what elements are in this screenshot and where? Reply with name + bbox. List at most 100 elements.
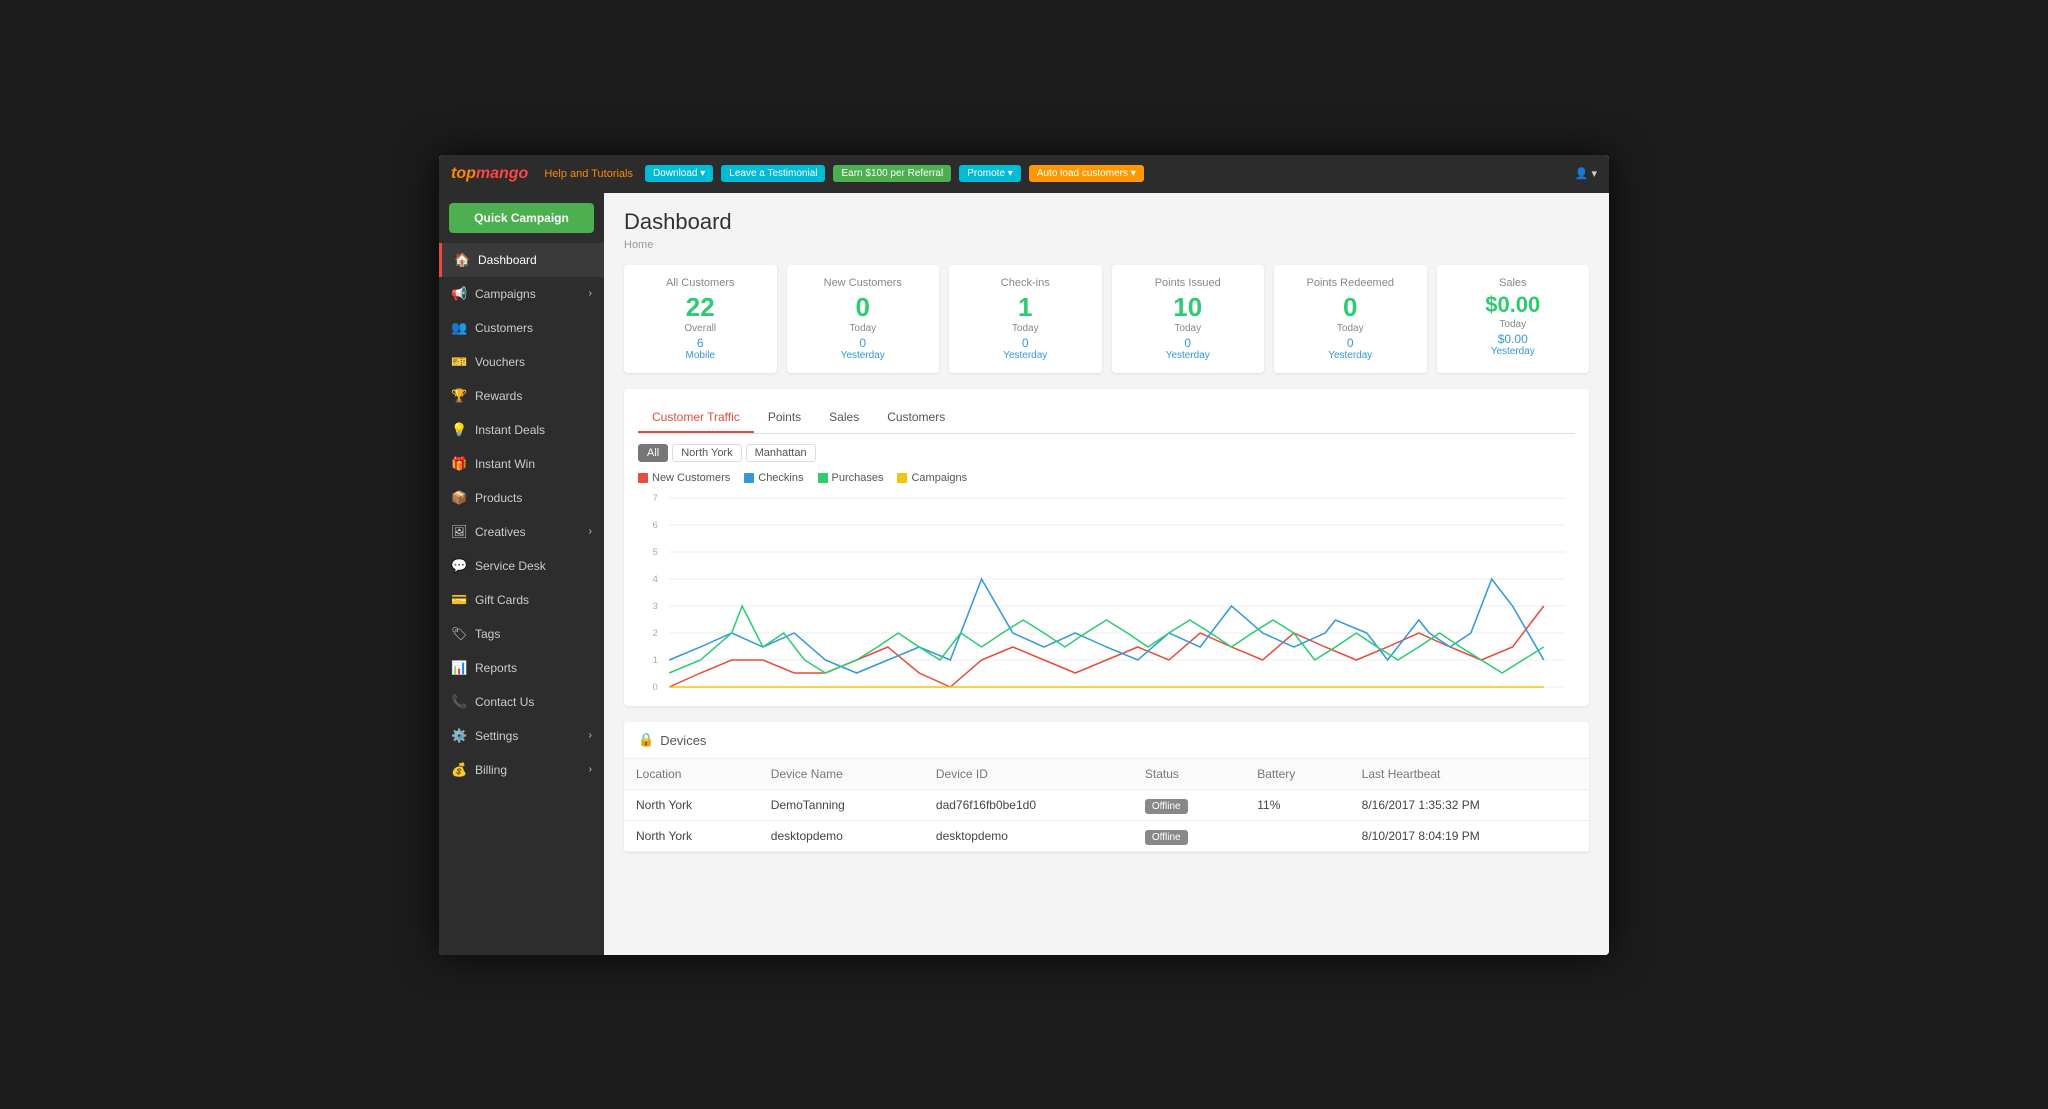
chart-svg: 0 1 2 3 4 5 6 7 <box>638 492 1575 692</box>
autoload-button[interactable]: Auto load customers ▾ <box>1029 165 1144 182</box>
breadcrumb: Home <box>624 239 1589 251</box>
devices-title: Devices <box>660 733 706 748</box>
stat-title-points-issued: Points Issued <box>1126 277 1251 289</box>
stat-value-points-redeemed: 0 <box>1288 293 1413 322</box>
sidebar-label-rewards: Rewards <box>475 389 522 403</box>
sidebar-item-creatives[interactable]: 🖼 Creatives › <box>439 515 604 549</box>
cell-location: North York <box>624 821 759 852</box>
sidebar-label-creatives: Creatives <box>475 525 526 539</box>
sidebar-item-campaigns[interactable]: 📢 Campaigns › <box>439 277 604 311</box>
stat-sublabel-checkins: Today <box>963 323 1088 334</box>
stat-sublabel-points-redeemed: Today <box>1288 323 1413 334</box>
help-link[interactable]: Help and Tutorials <box>544 168 633 180</box>
tags-icon: 🏷 <box>451 626 467 642</box>
stat-yesterday-points-redeemed: 0 <box>1288 336 1413 350</box>
service-desk-icon: 💬 <box>451 558 467 574</box>
chart-card: Customer Traffic Points Sales Customers … <box>624 389 1589 706</box>
campaigns-icon: 📢 <box>451 286 467 302</box>
stat-sales: Sales $0.00 Today $0.00 Yesterday <box>1437 265 1590 374</box>
stat-title-sales: Sales <box>1451 277 1576 289</box>
svg-text:3: 3 <box>653 601 658 611</box>
sidebar-item-customers[interactable]: 👥 Customers <box>439 311 604 345</box>
stat-value-checkins: 1 <box>963 293 1088 322</box>
topbar: topmango Help and Tutorials Download ▾ L… <box>439 155 1609 193</box>
stat-new-customers: New Customers 0 Today 0 Yesterday <box>787 265 940 374</box>
sidebar-item-contact-us[interactable]: 📞 Contact Us <box>439 685 604 719</box>
sidebar: Quick Campaign 🏠 Dashboard 📢 Campaigns ›… <box>439 193 604 955</box>
cell-battery <box>1245 821 1349 852</box>
main-area: Quick Campaign 🏠 Dashboard 📢 Campaigns ›… <box>439 193 1609 955</box>
filter-manhattan[interactable]: Manhattan <box>746 444 816 462</box>
stat-points-issued: Points Issued 10 Today 0 Yesterday <box>1112 265 1265 374</box>
legend-label-new-customers: New Customers <box>652 472 730 484</box>
legend-campaigns: Campaigns <box>897 472 967 484</box>
lock-icon: 🔒 <box>638 732 654 748</box>
tab-sales[interactable]: Sales <box>815 403 873 433</box>
quick-campaign-button[interactable]: Quick Campaign <box>449 203 594 233</box>
svg-text:5: 5 <box>653 547 658 557</box>
contact-icon: 📞 <box>451 694 467 710</box>
legend-dot-checkins <box>744 473 754 483</box>
testimonial-button[interactable]: Leave a Testimonial <box>721 165 825 182</box>
table-row: North York DemoTanning dad76f16fb0be1d0 … <box>624 790 1589 821</box>
promote-button[interactable]: Promote ▾ <box>959 165 1021 182</box>
status-badge: Offline <box>1145 799 1188 814</box>
sidebar-item-gift-cards[interactable]: 💳 Gift Cards <box>439 583 604 617</box>
sidebar-item-reports[interactable]: 📊 Reports <box>439 651 604 685</box>
sidebar-item-vouchers[interactable]: 🎫 Vouchers <box>439 345 604 379</box>
svg-text:2: 2 <box>653 628 658 638</box>
svg-text:4: 4 <box>653 574 658 584</box>
logo: topmango <box>451 165 528 183</box>
legend-new-customers: New Customers <box>638 472 730 484</box>
col-last-heartbeat: Last Heartbeat <box>1350 759 1589 790</box>
svg-text:6: 6 <box>653 520 658 530</box>
filter-all[interactable]: All <box>638 444 668 462</box>
instant-win-icon: 🎁 <box>451 456 467 472</box>
sidebar-label-campaigns: Campaigns <box>475 287 536 301</box>
stat-value-sales: $0.00 <box>1451 293 1576 317</box>
stat-title-points-redeemed: Points Redeemed <box>1288 277 1413 289</box>
sidebar-label-contact-us: Contact Us <box>475 695 534 709</box>
cell-status: Offline <box>1133 790 1245 821</box>
sidebar-item-dashboard[interactable]: 🏠 Dashboard <box>439 243 604 277</box>
sidebar-item-rewards[interactable]: 🏆 Rewards <box>439 379 604 413</box>
cell-heartbeat: 8/10/2017 8:04:19 PM <box>1350 821 1589 852</box>
home-icon: 🏠 <box>454 252 470 268</box>
sidebar-item-service-desk[interactable]: 💬 Service Desk <box>439 549 604 583</box>
referral-button[interactable]: Earn $100 per Referral <box>833 165 951 182</box>
tab-customer-traffic[interactable]: Customer Traffic <box>638 403 754 433</box>
chart-tabs: Customer Traffic Points Sales Customers <box>638 403 1575 434</box>
stat-yesterday-label-all-customers: Mobile <box>638 350 763 361</box>
stat-sublabel-all-customers: Overall <box>638 323 763 334</box>
col-battery: Battery <box>1245 759 1349 790</box>
tab-customers[interactable]: Customers <box>873 403 959 433</box>
sidebar-item-billing[interactable]: 💰 Billing › <box>439 753 604 787</box>
user-arrow: ▾ <box>1591 167 1597 180</box>
user-menu[interactable]: 👤 ▾ <box>1575 167 1597 180</box>
stat-yesterday-new-customers: 0 <box>801 336 926 350</box>
legend-dot-new-customers <box>638 473 648 483</box>
stat-all-customers: All Customers 22 Overall 6 Mobile <box>624 265 777 374</box>
legend-checkins: Checkins <box>744 472 803 484</box>
cell-heartbeat: 8/16/2017 1:35:32 PM <box>1350 790 1589 821</box>
download-button[interactable]: Download ▾ <box>645 165 713 182</box>
sidebar-label-gift-cards: Gift Cards <box>475 593 529 607</box>
billing-icon: 💰 <box>451 762 467 778</box>
tab-points[interactable]: Points <box>754 403 815 433</box>
sidebar-item-products[interactable]: 📦 Products <box>439 481 604 515</box>
svg-text:0: 0 <box>653 682 658 692</box>
stat-yesterday-label-sales: Yesterday <box>1451 346 1576 357</box>
chevron-right-icon: › <box>589 288 592 299</box>
creatives-icon: 🖼 <box>451 524 467 540</box>
sidebar-label-service-desk: Service Desk <box>475 559 546 573</box>
sidebar-item-settings[interactable]: ⚙️ Settings › <box>439 719 604 753</box>
sidebar-label-products: Products <box>475 491 522 505</box>
filter-north-york[interactable]: North York <box>672 444 741 462</box>
sidebar-item-instant-win[interactable]: 🎁 Instant Win <box>439 447 604 481</box>
sidebar-label-customers: Customers <box>475 321 533 335</box>
instant-deals-icon: 💡 <box>451 422 467 438</box>
sidebar-item-tags[interactable]: 🏷 Tags <box>439 617 604 651</box>
sidebar-item-instant-deals[interactable]: 💡 Instant Deals <box>439 413 604 447</box>
vouchers-icon: 🎫 <box>451 354 467 370</box>
settings-icon: ⚙️ <box>451 728 467 744</box>
